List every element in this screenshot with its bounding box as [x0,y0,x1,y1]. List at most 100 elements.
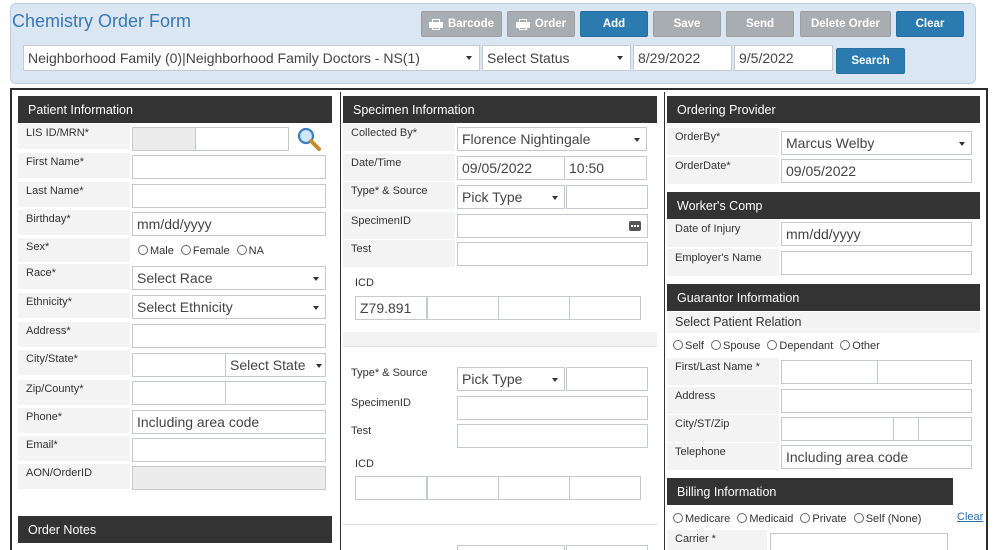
relation-option-label: Self [685,340,704,352]
billing-option-medicare[interactable]: Medicare [673,513,730,525]
guarantor-phone-input[interactable]: Including area code [781,445,972,469]
specimen-id-label: SpecimenID [343,212,455,239]
specimen-id-input[interactable] [457,214,648,238]
status-select-value: Select Status [487,50,570,66]
chevron-down-icon [466,56,472,60]
status-select[interactable]: Select Status [482,45,631,71]
order-notes-header: Order Notes [18,516,332,543]
chevron-down-icon [959,142,965,146]
county-input[interactable] [225,381,326,405]
printer-icon [428,18,443,30]
last-name-label: Last Name* [18,182,130,207]
sex-option-male[interactable]: Male [138,245,174,257]
clear-button[interactable]: Clear [896,11,964,37]
collected-by-select[interactable]: Florence Nightingale [457,127,647,151]
date-from-input[interactable]: 8/29/2022 [633,45,732,71]
search-button[interactable]: Search [836,48,905,74]
relation-option-spouse[interactable]: Spouse [711,340,760,352]
order-by-select[interactable]: Marcus Welby [781,131,972,155]
billing-option-medicaid[interactable]: Medicaid [737,513,793,525]
icd2-input-2[interactable] [427,476,499,500]
ethnicity-select[interactable]: Select Ethnicity [132,295,326,319]
type-select-3[interactable] [457,545,565,550]
radio-icon [767,340,778,350]
billing-option-self[interactable]: Self (None) [853,513,922,525]
guarantor-zip-input[interactable] [918,417,972,441]
specimen-separator [343,332,657,346]
more-icon[interactable] [629,221,641,231]
guarantor-address-input[interactable] [781,389,972,413]
email-input[interactable] [132,438,326,462]
source-input[interactable] [566,185,648,209]
last-name-input[interactable] [132,184,326,208]
address-input[interactable] [132,324,326,348]
icd-input-3[interactable] [498,296,570,320]
icd-input-1[interactable]: Z79.891 [355,296,427,320]
state-select[interactable]: Select State [225,353,326,377]
type-select[interactable]: Pick Type [457,185,565,209]
icd2-input-4[interactable] [569,476,641,500]
billing-option-private[interactable]: Private [800,513,847,525]
icd2-input-1[interactable] [355,476,427,500]
email-label: Email* [18,436,130,461]
mrn-input[interactable] [195,127,289,151]
ordering-provider-header: Ordering Provider [667,96,980,123]
test-input[interactable] [457,242,648,266]
guarantor-city-input[interactable] [781,417,894,441]
type-select-2[interactable]: Pick Type [457,367,565,391]
relation-option-other[interactable]: Other [840,340,880,352]
radio-icon [138,245,148,255]
icd-input-2[interactable] [427,296,499,320]
chevron-down-icon [634,138,640,142]
radio-icon [673,340,683,350]
sex-label: Sex* [18,238,130,262]
lis-id-input[interactable] [132,127,196,151]
add-button[interactable]: Add [580,11,648,37]
patient-info-header: Patient Information [18,96,332,123]
guarantor-state-input[interactable] [893,417,919,441]
employer-name-input[interactable] [781,251,972,275]
delete-order-button[interactable]: Delete Order [800,11,891,37]
order-button[interactable]: Order [507,11,575,37]
type-select-value: Pick Type [462,189,523,205]
phone-input[interactable]: Including area code [132,410,326,434]
first-name-input[interactable] [132,155,326,179]
radio-icon [180,245,191,255]
collection-date-input[interactable]: 09/05/2022 [457,156,565,180]
barcode-button-label: Barcode [447,18,495,30]
race-select[interactable]: Select Race [132,266,326,290]
date-of-injury-label: Date of Injury [667,220,779,247]
sex-option-na[interactable]: NA [236,245,264,257]
test-input-2[interactable] [457,424,648,448]
date-to-input[interactable]: 9/5/2022 [734,45,833,71]
date-time-label: Date/Time [343,154,455,181]
icd2-input-3[interactable] [498,476,570,500]
practice-select[interactable]: Neighborhood Family (0)|Neighborhood Fam… [23,45,480,71]
save-button[interactable]: Save [653,11,721,37]
aon-input[interactable] [132,466,326,490]
guarantor-last-name-input[interactable] [877,360,972,384]
relation-option-dependant[interactable]: Dependant [767,340,833,352]
zip-input[interactable] [132,381,226,405]
carrier-input[interactable] [770,533,948,550]
send-button[interactable]: Send [726,11,794,37]
collection-time-input[interactable]: 10:50 [564,156,647,180]
order-by-label: OrderBy* [667,128,779,155]
source-input-2[interactable] [566,367,648,391]
date-of-injury-input[interactable]: mm/dd/yyyy [781,222,972,246]
chevron-down-icon [552,378,558,382]
guarantor-first-name-input[interactable] [781,360,878,384]
billing-clear-link[interactable]: Clear [957,511,983,523]
barcode-button[interactable]: Barcode [421,11,502,37]
search-icon[interactable] [296,126,322,152]
order-date-input[interactable]: 09/05/2022 [781,159,972,183]
birthday-input[interactable]: mm/dd/yyyy [132,212,326,236]
specimen-id-input-2[interactable] [457,396,648,420]
city-input[interactable] [132,353,226,377]
icd-input-4[interactable] [569,296,641,320]
relation-option-self[interactable]: Self [673,340,704,352]
sex-option-female[interactable]: Female [180,245,230,257]
radio-icon [236,245,247,255]
source-input-3[interactable] [566,545,648,550]
billing-option-label: Self (None) [865,513,922,525]
